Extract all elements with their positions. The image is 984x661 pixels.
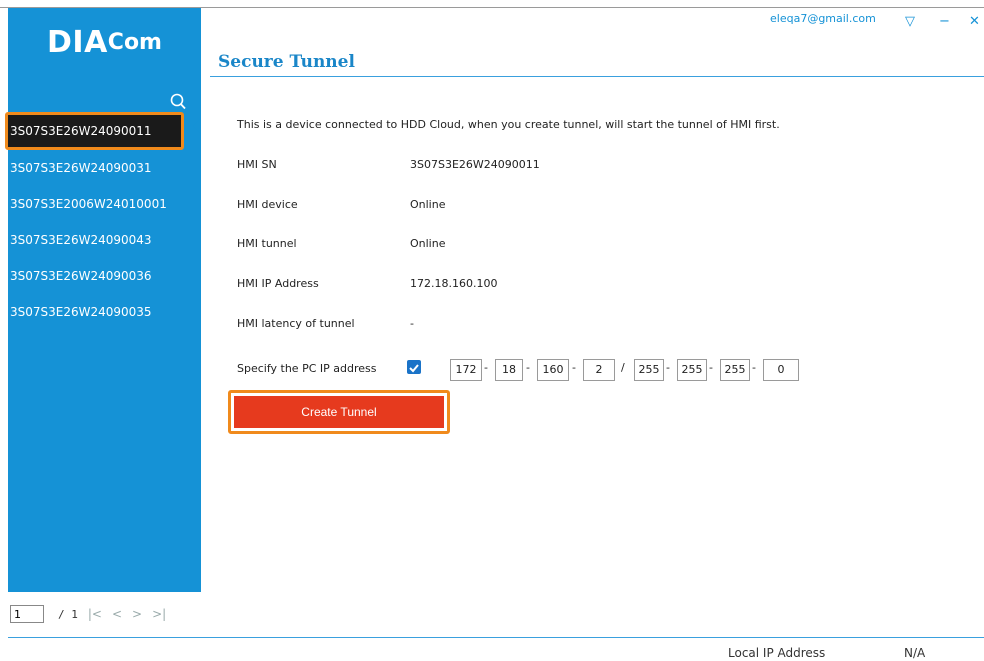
checkmark-icon bbox=[409, 364, 419, 373]
device-list-item[interactable]: 3S07S3E26W24090036 bbox=[8, 258, 201, 294]
ip-octet-field[interactable]: 160 bbox=[537, 359, 569, 381]
device-list-item[interactable]: 3S07S3E26W24090011 bbox=[5, 112, 184, 150]
ip-separator: - bbox=[526, 361, 530, 374]
ip-octet-field[interactable]: 2 bbox=[583, 359, 615, 381]
pagination: / 1 |< < > >| bbox=[10, 603, 166, 625]
first-page-icon[interactable]: |< bbox=[88, 607, 102, 621]
hmi-ip-value: 172.18.160.100 bbox=[410, 277, 498, 290]
ip-separator: - bbox=[572, 361, 576, 374]
dropdown-triangle-icon[interactable]: ▽ bbox=[905, 14, 915, 29]
ip-octet-field[interactable]: 172 bbox=[450, 359, 482, 381]
mask-octet-field[interactable]: 255 bbox=[677, 359, 707, 381]
hmi-device-label: HMI device bbox=[237, 198, 298, 211]
last-page-icon[interactable]: >| bbox=[152, 607, 166, 621]
page-total: / 1 bbox=[58, 607, 78, 621]
device-list-item[interactable]: 3S07S3E26W24090035 bbox=[8, 294, 201, 330]
user-email[interactable]: eleqa7@gmail.com bbox=[770, 12, 876, 25]
device-list-item[interactable]: 3S07S3E26W24090043 bbox=[8, 222, 201, 258]
mask-separator: / bbox=[621, 361, 625, 374]
selection-pointer-icon bbox=[193, 118, 201, 134]
hmi-sn-value: 3S07S3E26W24090011 bbox=[410, 158, 540, 171]
minimize-icon[interactable]: − bbox=[939, 14, 950, 29]
ip-octet-field[interactable]: 18 bbox=[495, 359, 523, 381]
page-number-input[interactable] bbox=[10, 605, 44, 623]
device-list-item[interactable]: 3S07S3E26W24090031 bbox=[8, 150, 201, 186]
close-icon[interactable]: ✕ bbox=[969, 14, 980, 29]
next-page-icon[interactable]: > bbox=[132, 607, 142, 621]
hmi-tunnel-label: HMI tunnel bbox=[237, 237, 297, 250]
logo-text-sub: Com bbox=[107, 29, 162, 55]
info-text: This is a device connected to HDD Cloud,… bbox=[237, 118, 780, 131]
page-title: Secure Tunnel bbox=[218, 52, 355, 72]
mask-octet-field[interactable]: 0 bbox=[763, 359, 799, 381]
app-logo: DIA Com bbox=[8, 8, 201, 76]
mask-octet-field[interactable]: 255 bbox=[720, 359, 750, 381]
hmi-tunnel-value: Online bbox=[410, 237, 446, 250]
ip-separator: - bbox=[752, 361, 756, 374]
prev-page-icon[interactable]: < bbox=[112, 607, 122, 621]
hmi-latency-value: - bbox=[410, 317, 414, 330]
sidebar: DIA Com 3S07S3E26W24090011 3S07S3E26W240… bbox=[5, 8, 201, 592]
local-ip-value: N/A bbox=[904, 646, 926, 660]
hmi-latency-label: HMI latency of tunnel bbox=[237, 317, 355, 330]
footer-divider bbox=[8, 637, 984, 638]
local-ip-label: Local IP Address bbox=[728, 646, 826, 660]
device-search bbox=[8, 91, 201, 113]
device-list: 3S07S3E26W24090011 3S07S3E26W24090031 3S… bbox=[5, 112, 201, 330]
device-list-item[interactable]: 3S07S3E2006W24010001 bbox=[8, 186, 201, 222]
pc-ip-label: Specify the PC IP address bbox=[237, 362, 377, 375]
hmi-device-value: Online bbox=[410, 198, 446, 211]
create-tunnel-button[interactable]: Create Tunnel bbox=[234, 396, 444, 428]
search-input[interactable] bbox=[8, 91, 176, 111]
hmi-ip-label: HMI IP Address bbox=[237, 277, 319, 290]
logo-text-main: DIA bbox=[47, 24, 108, 60]
search-icon[interactable] bbox=[168, 92, 188, 112]
ip-separator: - bbox=[709, 361, 713, 374]
pc-ip-checkbox[interactable] bbox=[407, 360, 421, 374]
title-divider bbox=[210, 76, 984, 77]
mask-octet-field[interactable]: 255 bbox=[634, 359, 664, 381]
ip-separator: - bbox=[666, 361, 670, 374]
ip-separator: - bbox=[484, 361, 488, 374]
hmi-sn-label: HMI SN bbox=[237, 158, 277, 171]
